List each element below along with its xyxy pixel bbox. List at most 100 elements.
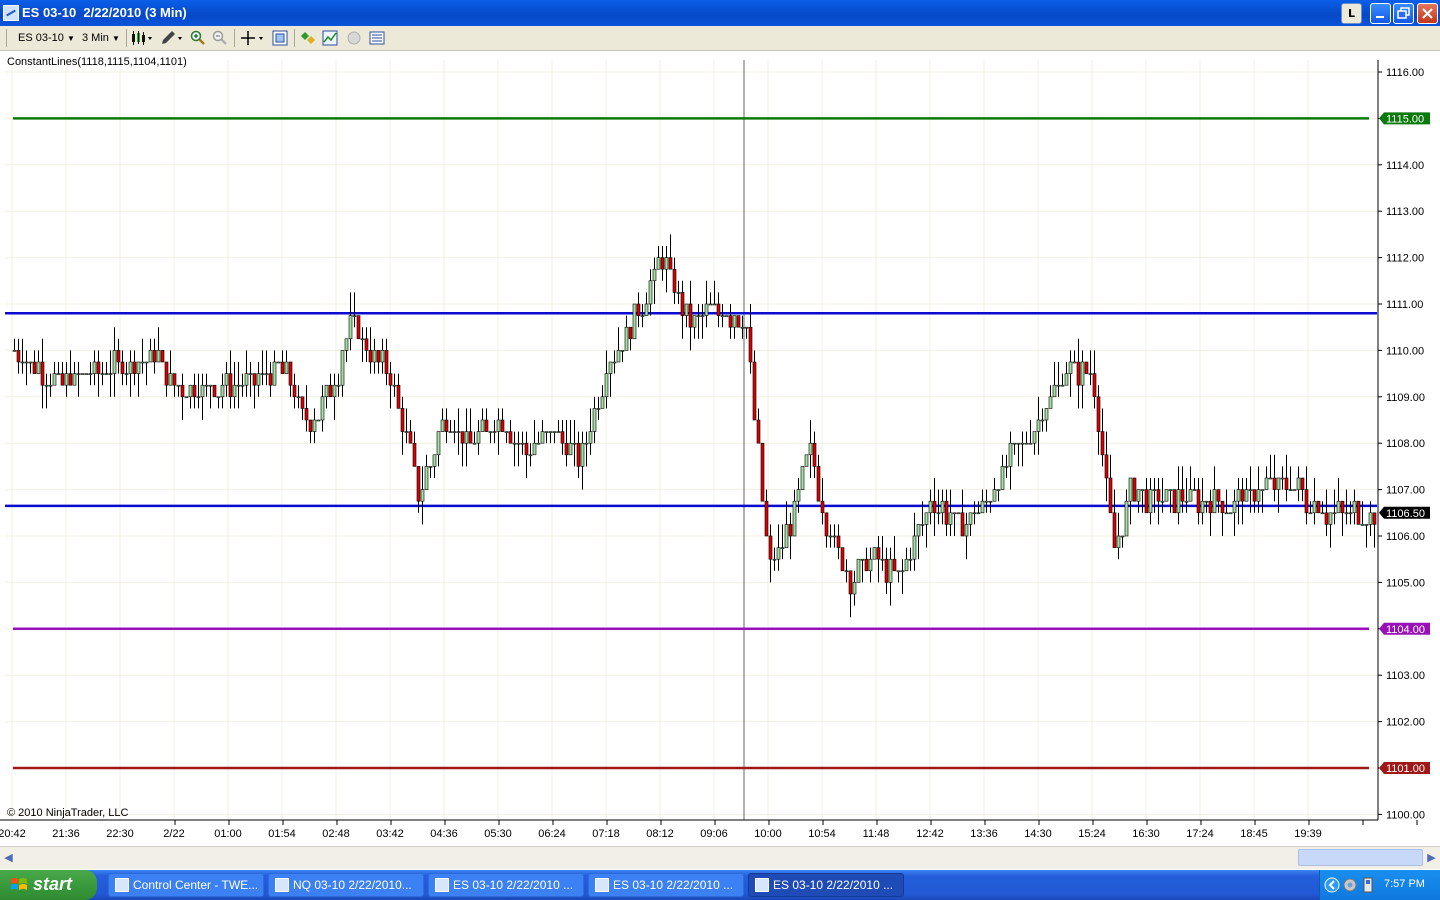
- data-box-icon[interactable]: [272, 30, 288, 46]
- chart-style-icon[interactable]: [130, 30, 154, 46]
- candle-body: [1320, 512, 1325, 515]
- candle-body: [160, 350, 165, 363]
- candle-body: [1332, 512, 1337, 515]
- candle-body: [660, 257, 665, 270]
- task-control-center[interactable]: Control Center - TWE...: [108, 873, 264, 897]
- candle-body: [544, 431, 549, 433]
- chart-panel[interactable]: 1116.00 1115.00 1114.00 1113.00 1112.00 1111.…: [0, 51, 1440, 846]
- candle-body: [1140, 489, 1145, 491]
- candle-body: [1180, 489, 1185, 502]
- candle-body: [788, 524, 793, 537]
- candle-body: [704, 303, 709, 316]
- scroll-left-button[interactable]: ◀: [2, 850, 15, 866]
- task-es-chart-3[interactable]: ES 03-10 2/22/2010 ...: [748, 873, 904, 897]
- candle-body: [1336, 500, 1341, 514]
- task-label: NQ 03-10 2/22/2010...: [293, 878, 412, 892]
- candle-body: [816, 466, 821, 502]
- candle-body: [132, 361, 137, 374]
- minimize-button[interactable]: [1370, 3, 1391, 24]
- candle-body: [380, 350, 385, 363]
- zoom-out-icon[interactable]: [212, 30, 228, 46]
- candle-body: [1088, 373, 1093, 375]
- candle-body: [184, 396, 189, 399]
- close-button[interactable]: [1417, 3, 1438, 24]
- task-label: ES 03-10 2/22/2010 ...: [613, 878, 734, 892]
- candle-body: [244, 373, 249, 386]
- tray-collapse-icon[interactable]: [1324, 877, 1340, 893]
- control-center-icon: [115, 878, 129, 892]
- candle-body: [1012, 442, 1017, 445]
- candle-body: [764, 500, 769, 537]
- draw-pencil-icon[interactable]: [160, 30, 184, 46]
- candle-body: [672, 268, 677, 293]
- y-tick-label: 1111.00: [1386, 299, 1423, 311]
- x-tick-label: 09:06: [700, 828, 728, 840]
- candle-body: [804, 454, 809, 467]
- close-icon: [1422, 8, 1433, 19]
- candle-body: [1084, 361, 1089, 374]
- candle-body: [228, 373, 233, 398]
- x-tick-label: 21:36: [52, 828, 80, 840]
- x-tick-label: 17:24: [1186, 828, 1214, 840]
- candle-body: [392, 384, 397, 387]
- candle-body: [1284, 477, 1289, 490]
- task-es-chart-1[interactable]: ES 03-10 2/22/2010 ...: [428, 873, 584, 897]
- candle-body: [48, 384, 53, 387]
- scroll-thumb[interactable]: [1298, 849, 1423, 866]
- candle-body: [1176, 489, 1181, 514]
- task-label: Control Center - TWE...: [133, 878, 259, 892]
- task-nq-chart[interactable]: NQ 03-10 2/22/2010...: [268, 873, 424, 897]
- candle-body: [120, 361, 125, 374]
- maximize-button[interactable]: [1393, 3, 1414, 24]
- candle-body: [724, 315, 729, 317]
- candle-body: [172, 373, 177, 386]
- candle-body: [416, 466, 421, 502]
- disabled-circle-icon[interactable]: [346, 30, 362, 46]
- candle-body: [28, 361, 33, 364]
- interval-selector[interactable]: 3 Min ▼: [82, 29, 120, 47]
- volume-icon[interactable]: [1360, 877, 1376, 893]
- candle-body: [308, 419, 313, 432]
- candle-body: [732, 315, 737, 328]
- candle-body: [1356, 500, 1361, 525]
- candle-body: [1000, 466, 1005, 490]
- network-icon[interactable]: [1342, 877, 1358, 893]
- price-chart[interactable]: 1116.00 1115.00 1114.00 1113.00 1112.00 1111.…: [0, 51, 1440, 846]
- toolbar-separator: [294, 29, 295, 47]
- task-es-chart-2[interactable]: ES 03-10 2/22/2010 ...: [588, 873, 744, 897]
- candle-body: [748, 326, 753, 363]
- candle-body: [448, 431, 453, 433]
- y-tick-label: 1108.00: [1386, 438, 1425, 450]
- link-button[interactable]: L: [1341, 3, 1362, 24]
- zoom-in-icon[interactable]: [190, 30, 206, 46]
- candle-body: [376, 350, 381, 363]
- price-marker-label: 1101.00: [1386, 763, 1425, 775]
- candle-body: [1144, 489, 1149, 514]
- start-button[interactable]: start: [0, 870, 97, 900]
- indicators-icon[interactable]: [322, 30, 338, 46]
- candle-body: [284, 361, 289, 374]
- scroll-right-button[interactable]: ▶: [1425, 850, 1438, 866]
- candle-body: [1148, 489, 1153, 514]
- candle-body: [36, 361, 41, 374]
- candle-body: [440, 419, 445, 432]
- toolbar-grip: [6, 29, 7, 47]
- crosshair-icon[interactable]: [240, 30, 266, 46]
- candle-body: [652, 268, 657, 282]
- instrument-selector[interactable]: ES 03-10 ▼: [18, 29, 75, 47]
- candle-body: [204, 384, 209, 387]
- properties-icon[interactable]: [369, 30, 385, 46]
- candle-body: [1272, 477, 1277, 490]
- candle-body: [20, 361, 25, 364]
- x-tick-label: 08:12: [646, 828, 674, 840]
- window-title: ES 03-10 2/22/2010 (3 Min): [22, 5, 187, 20]
- chart-window-icon: [755, 878, 769, 892]
- y-tick-label: 1106.00: [1386, 531, 1425, 543]
- candle-body: [528, 454, 533, 457]
- chevron-down-icon: ▼: [111, 34, 120, 43]
- strategies-icon[interactable]: [300, 30, 316, 46]
- candle-body: [68, 373, 73, 386]
- title-bar[interactable]: ES 03-10 2/22/2010 (3 Min) L: [0, 0, 1440, 26]
- horizontal-scrollbar[interactable]: ◀ ▶: [0, 846, 1440, 869]
- candle-body: [1296, 477, 1301, 490]
